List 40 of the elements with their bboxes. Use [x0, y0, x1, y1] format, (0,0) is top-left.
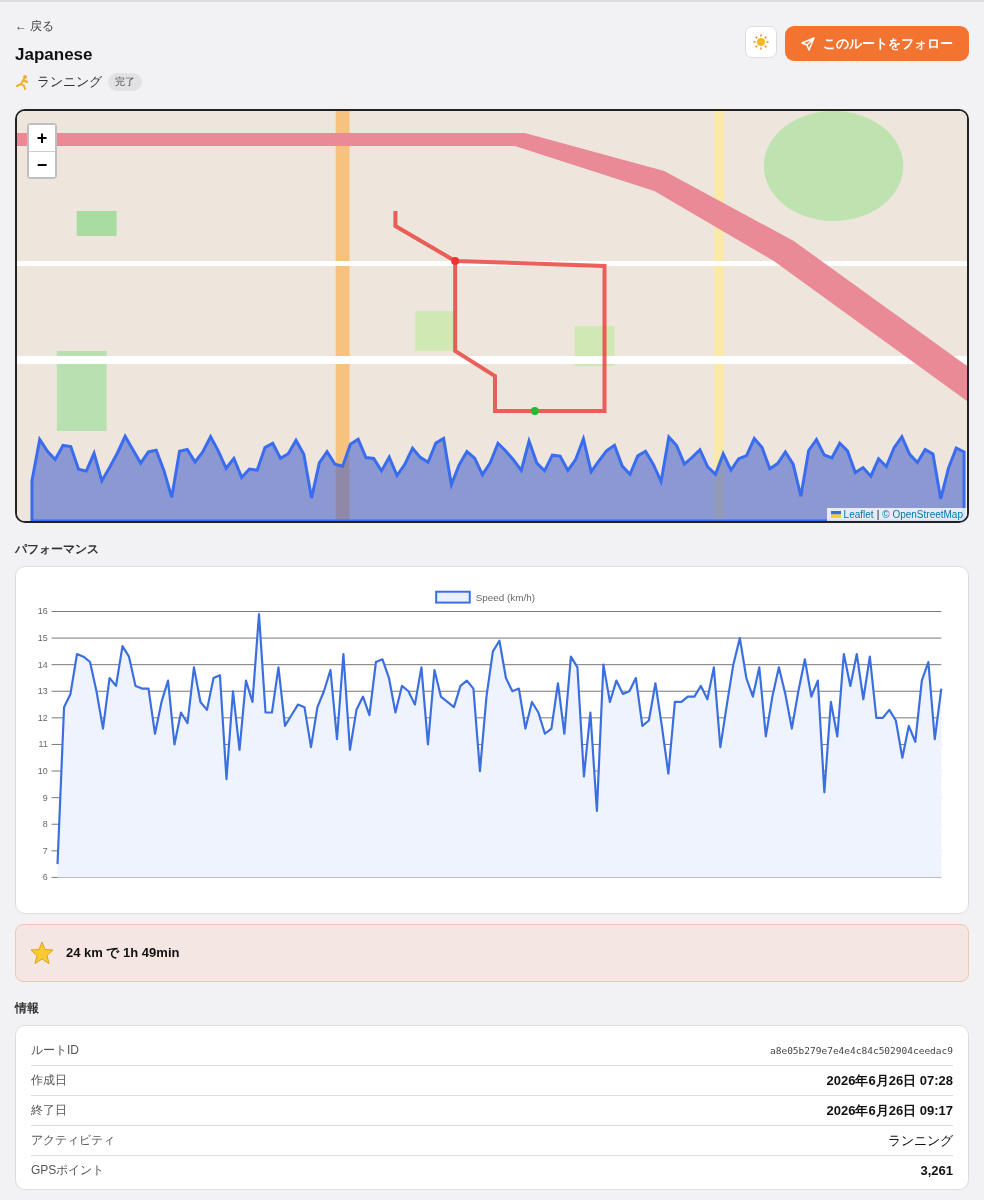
section-heading: 情報 — [15, 1000, 40, 1017]
route-title: Japanese — [15, 45, 94, 65]
zoom-out-button[interactable]: − — [29, 151, 55, 177]
info-value: a8e05b279e7e4e4c84c502904ceedac9 — [769, 1045, 953, 1056]
star-icon — [30, 941, 54, 965]
activity-label: ランニング — [37, 73, 102, 91]
y-tick-label: 10 — [37, 766, 48, 776]
y-tick-label: 16 — [37, 606, 48, 617]
chart-legend: Speed (km/h) — [435, 590, 535, 604]
y-tick-label: 14 — [37, 659, 48, 670]
leaflet-link[interactable]: Leaflet — [843, 509, 874, 520]
info-value: 3,261 — [920, 1163, 953, 1178]
info-value: 2026年6月26日 09:17 — [826, 1101, 953, 1120]
y-tick-label: 7 — [42, 845, 48, 856]
achievement-text: 24 km で 1h 49min — [66, 944, 180, 962]
info-value: 2026年6月26日 07:28 — [826, 1071, 953, 1090]
back-link[interactable]: ← 戻る — [15, 19, 55, 33]
y-tick-label: 6 — [42, 872, 48, 883]
attribution-separator: | — [876, 509, 880, 520]
openstreetmap-link[interactable]: © OpenStreetMap — [882, 509, 963, 520]
y-tick-label: 15 — [37, 633, 48, 644]
section-heading: パフォーマンス — [15, 541, 100, 558]
y-tick-label: 13 — [37, 686, 48, 697]
send-icon — [801, 36, 815, 51]
flag-icon — [830, 511, 841, 518]
runner-icon — [15, 74, 31, 90]
info-label: アクティビティ — [31, 1132, 115, 1149]
info-label: GPSポイント — [31, 1162, 105, 1179]
y-tick-label: 11 — [38, 739, 48, 750]
legend-label: Speed (km/h) — [475, 591, 535, 603]
y-tick-label: 12 — [37, 712, 48, 723]
info-label: ルートID — [31, 1042, 79, 1059]
info-label: 作成日 — [31, 1072, 67, 1089]
theme-button[interactable] — [745, 26, 777, 58]
sun-icon — [752, 33, 770, 51]
y-tick-label: 8 — [42, 819, 48, 830]
y-tick-label: 9 — [42, 792, 48, 803]
status-badge: 完了 — [108, 73, 142, 91]
info-label: 終了日 — [31, 1102, 67, 1119]
info-value: ランニング — [888, 1131, 953, 1150]
